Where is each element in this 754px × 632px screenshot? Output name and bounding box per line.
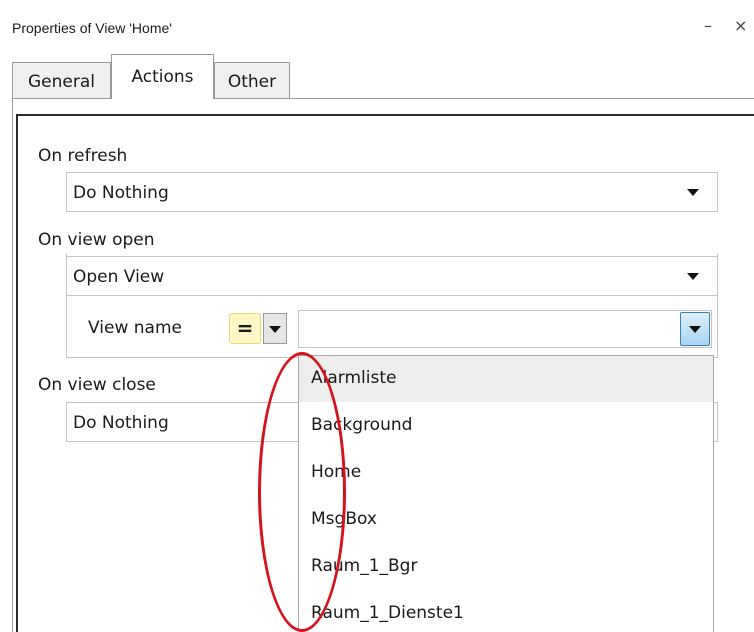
on-view-close-label: On view close [38, 375, 156, 395]
on-refresh-label: On refresh [38, 146, 128, 166]
on-refresh-value: Do Nothing [73, 183, 169, 203]
view-name-dropdown-list: Alarmliste Background Home MsgBox Raum_1… [298, 355, 714, 632]
list-item[interactable]: Background [299, 403, 713, 449]
minimize-icon[interactable]: – [704, 16, 712, 35]
on-view-open-value: Open View [73, 267, 165, 287]
list-item[interactable]: Alarmliste [299, 356, 713, 402]
close-icon[interactable]: × [734, 16, 747, 35]
expression-button[interactable]: = [229, 313, 261, 344]
window-title: Properties of View 'Home' [12, 20, 172, 36]
tab-general[interactable]: General [12, 62, 111, 98]
on-refresh-select[interactable]: Do Nothing [66, 172, 718, 212]
tab-other[interactable]: Other [214, 62, 290, 98]
view-name-dropdown-button[interactable] [680, 312, 710, 346]
mode-dropdown-button[interactable] [263, 313, 287, 344]
on-view-open-select[interactable]: Open View [66, 256, 718, 296]
chevron-down-icon [689, 326, 701, 333]
chevron-down-icon [269, 326, 281, 333]
chevron-down-icon [687, 273, 699, 280]
list-item[interactable]: Raum_1_Bgr [299, 544, 713, 590]
list-item[interactable]: Raum_1_Dienste1 [299, 591, 713, 632]
chevron-down-icon [687, 189, 699, 196]
title-bar: Properties of View 'Home' – × [0, 0, 754, 56]
on-view-close-value: Do Nothing [73, 413, 169, 433]
tab-actions[interactable]: Actions [111, 54, 214, 99]
list-item[interactable]: Home [299, 450, 713, 496]
on-view-open-label: On view open [38, 230, 155, 250]
list-item[interactable]: MsgBox [299, 497, 713, 543]
view-name-label: View name [88, 318, 182, 338]
view-name-combobox[interactable] [298, 310, 712, 348]
